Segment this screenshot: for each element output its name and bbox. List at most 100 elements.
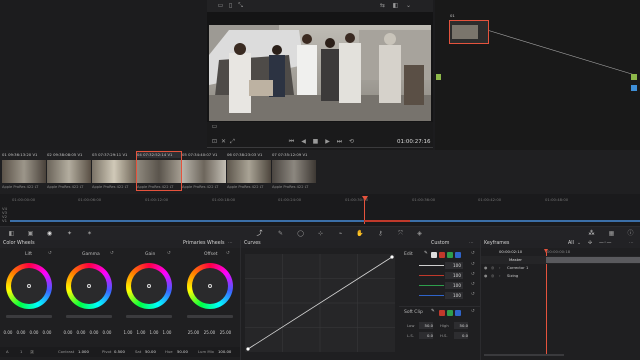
lift-master-slider[interactable] [6,315,52,318]
high-field[interactable]: 50.0 [454,322,468,329]
zoom-out-icon[interactable]: ▭ [211,123,218,130]
soft-clip-green-button[interactable] [447,310,453,316]
sizing-eye-icon[interactable]: ● [484,274,487,278]
sizing-row[interactable]: ● ◎ › Sizing [481,273,640,280]
motion-effects-icon[interactable]: ✶ [86,230,93,237]
blue-reset-icon[interactable]: ↺ [471,292,475,297]
offset-wheel[interactable] [187,263,233,309]
soft-clip-pencil-icon[interactable]: ✎ [431,309,435,314]
filter-chevron-down-icon[interactable]: ⌄ [577,240,581,248]
edit-reset-icon[interactable]: ↺ [471,251,475,256]
clip-thumbnail[interactable]: 07 07:35:12:09 V1 Apple ProRes 422 LT [272,152,316,190]
play-icon[interactable]: ▶ [324,138,331,145]
mini-timeline[interactable]: 01:00:00:00 01:00:06:00 01:00:12:00 01:0… [0,194,640,226]
playhead-icon[interactable] [362,196,368,201]
offset-reset-icon[interactable]: ↺ [226,251,230,256]
luma-intensity-row[interactable]: 100 [419,262,469,269]
zoom-slider-track[interactable]: —◦— [599,240,611,248]
hs-field[interactable]: 0.0 [454,332,468,339]
sizing-lock-icon[interactable]: ◎ [491,274,494,278]
low-field[interactable]: 50.0 [419,322,433,329]
curves-mode-select[interactable]: Custom [431,240,449,248]
clip-thumbnail[interactable]: 03 07:37:29:11 V1 Apple ProRes 422 LT [92,152,136,190]
page-a-button[interactable]: A [6,350,9,354]
soft-clip-reset-icon[interactable]: ↺ [471,309,475,314]
keyframes-filter-select[interactable]: All [568,240,574,248]
clip-thumbnail[interactable]: 06 07:38:23:03 V1 Apple ProRes 422 LT [227,152,271,190]
clip-thumbnail[interactable]: 05 07:34:40:07 V1 Apple ProRes 422 LT [182,152,226,190]
gamma-wheel[interactable] [66,263,112,309]
green-channel-button[interactable] [447,252,453,258]
clip-thumbnail-selected[interactable]: 04 07:32:52:14 V1 Apple ProRes 422 LT [136,151,182,191]
green-intensity-row[interactable]: 100 [419,282,469,289]
gamma-reset-icon[interactable]: ↺ [110,251,114,256]
curve-graph[interactable] [245,254,395,352]
viewer-layout-icon[interactable]: ▭ [217,2,224,9]
clip-thumbnail[interactable]: 02 09:38:08:05 V1 Apple ProRes 422 LT [47,152,91,190]
lum-mix-field[interactable]: 100.00 [218,350,231,354]
sizing-expand-icon[interactable]: › [499,274,501,278]
contrast-field[interactable]: 1.000 [78,350,89,354]
close-icon[interactable]: ✕ [220,138,227,145]
wipe-icon[interactable]: ⤡ [237,2,244,9]
loop-icon[interactable]: ⟲ [348,138,355,145]
gain-reset-icon[interactable]: ↺ [167,251,171,256]
split-icon[interactable]: ▯ [227,2,234,9]
blue-channel-button[interactable] [455,252,461,258]
lift-reset-icon[interactable]: ↺ [48,251,52,256]
scopes-icon[interactable]: ▦ [608,230,615,237]
luma-channel-button[interactable] [431,252,437,258]
pivot-field[interactable]: 0.500 [114,350,125,354]
more-options-icon[interactable]: ⋯ [228,240,233,248]
stop-icon[interactable]: ■ [312,138,319,145]
source-input-icon[interactable] [436,74,441,80]
soft-clip-red-button[interactable] [439,310,445,316]
camera-raw-icon[interactable]: ◧ [8,230,15,237]
output-blue-icon[interactable] [631,85,637,91]
master-row[interactable]: Master [481,256,640,264]
corrector-node[interactable] [449,20,489,44]
curves-more-icon[interactable]: ⋯ [469,240,474,248]
page-2-button[interactable]: 2 [30,350,35,354]
blue-intensity-row[interactable]: 100 [419,292,469,299]
window-icon[interactable]: ◯ [297,230,304,237]
gallery-icon[interactable]: ◧ [392,2,399,9]
skip-back-icon[interactable]: ⏮ [288,138,295,145]
gamma-master-slider[interactable] [66,315,112,318]
red-reset-icon[interactable]: ↺ [471,272,475,277]
soft-clip-blue-button[interactable] [455,310,461,316]
magic-mask-icon[interactable]: ⌁ [337,230,344,237]
v1-clip-track[interactable] [10,220,640,222]
tracker-icon[interactable]: ⊹ [317,230,324,237]
rgb-mixer-icon[interactable]: ✦ [66,230,73,237]
qualifier-icon[interactable]: ✎ [277,230,284,237]
gain-master-slider[interactable] [126,315,172,318]
red-intensity-row[interactable]: 100 [419,272,469,279]
node-graph[interactable]: 01 [435,0,640,150]
fullscreen-icon[interactable]: ⌄ [405,2,412,9]
sizing-icon[interactable]: ⤧ [397,230,404,237]
green-reset-icon[interactable]: ↺ [471,282,475,287]
keyframes-more-icon[interactable]: ⋯ [629,240,634,248]
info-icon[interactable]: ⓘ [627,230,634,237]
lift-wheel[interactable] [6,263,52,309]
color-match-icon[interactable]: ▣ [27,230,34,237]
luma-reset-icon[interactable]: ↺ [471,262,475,267]
blur-icon[interactable]: ✋ [356,230,363,237]
key-icon[interactable]: ⚷ [377,230,384,237]
keyframes-icon[interactable]: ⁂ [588,230,595,237]
offset-master-slider[interactable] [187,315,233,318]
output-green-icon[interactable] [631,74,637,80]
corrector-lock-icon[interactable]: ◎ [491,266,494,270]
highlight-icon[interactable]: ⇆ [379,2,386,9]
step-forward-icon[interactable]: ⏭ [336,138,343,145]
step-back-icon[interactable]: ◀ [300,138,307,145]
corrector-expand-icon[interactable]: › [499,266,501,270]
edit-pencil-icon[interactable]: ✎ [424,251,428,256]
corrector-row[interactable]: ● ◎ › Corrector 1 [481,265,640,272]
3d-icon[interactable]: ◈ [416,230,423,237]
reference-icon[interactable]: ⤢ [229,138,236,145]
keyframes-scrollbar[interactable] [481,352,640,358]
scrubber-track[interactable] [207,147,433,148]
color-wheels-icon[interactable]: ◉ [46,230,53,237]
